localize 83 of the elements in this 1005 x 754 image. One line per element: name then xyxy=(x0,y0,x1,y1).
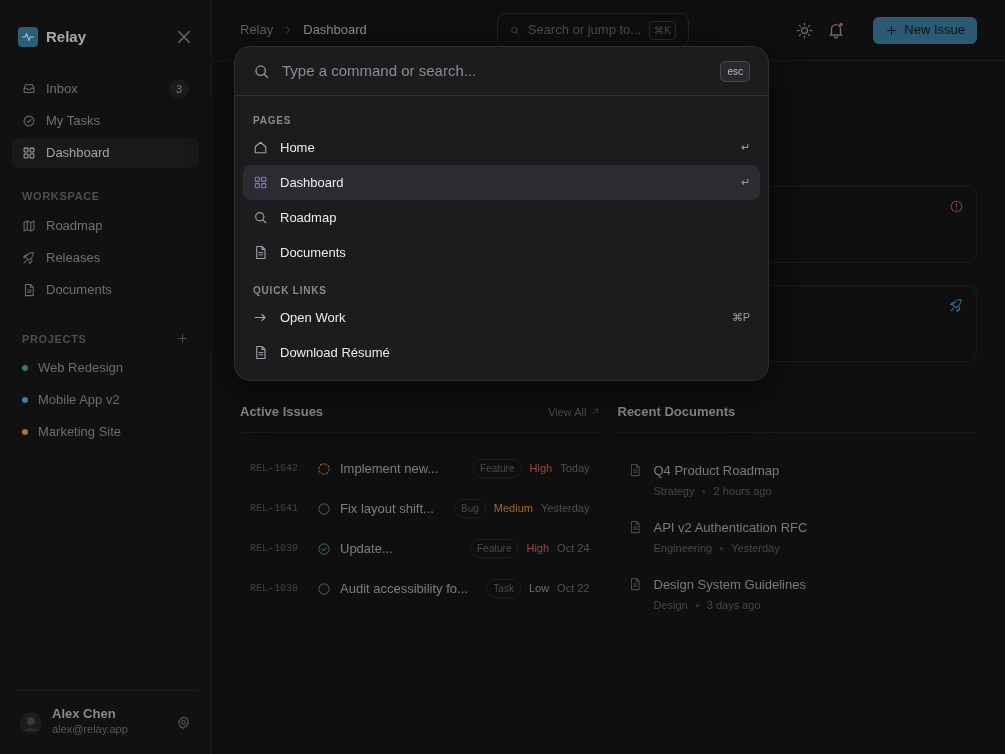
command-input[interactable]: Type a command or search... xyxy=(280,58,711,84)
document-category: Strategy xyxy=(653,484,695,499)
breadcrumb-link[interactable]: Relay xyxy=(240,20,274,40)
project-item[interactable]: Mobile App v2 xyxy=(12,385,199,415)
issue-date: Today xyxy=(560,461,590,477)
issue-priority: Low xyxy=(528,581,550,597)
issue-tag: Task xyxy=(486,579,521,598)
separator-dot xyxy=(702,489,706,493)
sidebar-item[interactable]: Documents xyxy=(12,274,199,305)
document-title[interactable]: Q4 Product Roadmap xyxy=(653,460,780,480)
document-icon xyxy=(253,345,268,360)
shortcut-hint: ⌘P xyxy=(731,310,750,326)
sidebar-item[interactable]: Releases xyxy=(12,242,199,273)
rocket-icon xyxy=(949,298,964,313)
section-heading: WORKSPACE xyxy=(22,189,100,204)
project-item[interactable]: Marketing Site xyxy=(12,417,199,447)
command-item[interactable]: Home ↵ xyxy=(243,130,760,165)
group-label: PAGES xyxy=(253,113,292,128)
sidebar-item[interactable]: Roadmap xyxy=(12,210,199,241)
avatar xyxy=(20,711,42,734)
home-icon xyxy=(253,140,268,155)
command-item[interactable]: Download Résumé xyxy=(243,335,760,370)
search-icon xyxy=(253,210,268,225)
logo-icon xyxy=(18,27,38,47)
sidebar-item[interactable]: Inbox 3 xyxy=(12,74,199,104)
sidebar-item[interactable]: My Tasks xyxy=(12,106,199,136)
issue-priority: High xyxy=(529,461,553,477)
search-icon xyxy=(253,62,270,80)
issue-date: Oct 22 xyxy=(557,581,590,597)
issue-title[interactable]: Audit accessibility fo... xyxy=(340,578,468,599)
document-time: Yesterday xyxy=(731,541,780,556)
grid-icon xyxy=(22,146,36,160)
plus-icon[interactable] xyxy=(176,332,189,346)
separator-dot xyxy=(695,603,699,607)
issue-title[interactable]: Update... xyxy=(340,538,393,559)
section-heading: PROJECTS xyxy=(22,331,87,347)
issue-tag: Bug xyxy=(454,499,486,518)
document-title[interactable]: API v2 Authentication RFC xyxy=(653,517,808,537)
section-title: Recent Documents xyxy=(617,403,736,421)
issue-tag: Feature xyxy=(473,459,522,478)
group-label: QUICK LINKS xyxy=(253,283,327,298)
document-icon xyxy=(253,245,268,260)
rocket-icon xyxy=(22,250,36,265)
issue-date: Yesterday xyxy=(540,501,590,517)
new-issue-button[interactable]: New Issue xyxy=(873,16,977,44)
issue-title[interactable]: Fix layout shift... xyxy=(340,498,434,519)
inbox-icon xyxy=(22,82,36,96)
command-item[interactable]: Open Work ⌘P xyxy=(243,300,760,335)
plus-icon xyxy=(885,23,899,37)
issue-date: Oct 24 xyxy=(557,541,590,557)
command-item[interactable]: Roadmap xyxy=(243,200,760,235)
breadcrumb-link[interactable]: Dashboard xyxy=(303,20,367,40)
bell-icon[interactable] xyxy=(827,21,846,39)
issue-priority: Medium xyxy=(493,501,533,517)
document-category: Design xyxy=(653,598,688,613)
section-title: Active Issues xyxy=(240,403,324,421)
settings-icon[interactable] xyxy=(176,715,191,730)
shortcut-key: ⌘K xyxy=(649,20,676,40)
shortcut-hint: ↵ xyxy=(741,140,750,156)
issue-title[interactable]: Implement new... xyxy=(340,458,439,479)
issue-priority: High xyxy=(526,541,550,557)
document-title[interactable]: Design System Guidelines xyxy=(653,574,806,594)
command-item[interactable]: Dashboard ↵ xyxy=(243,165,760,200)
command-item[interactable]: Documents xyxy=(243,235,760,270)
user-name: Alex Chen xyxy=(52,707,117,722)
brand-name: Relay xyxy=(46,26,87,47)
map-icon xyxy=(22,218,36,233)
shortcut-hint: ↵ xyxy=(741,175,750,191)
separator-dot xyxy=(720,546,724,550)
count-badge: 3 xyxy=(169,79,189,99)
grid-icon xyxy=(253,175,268,190)
esc-key: esc xyxy=(720,60,750,82)
issue-tag: Feature xyxy=(470,539,519,558)
sun-icon[interactable] xyxy=(796,21,814,39)
project-item[interactable]: Web Redesign xyxy=(12,353,199,383)
close-icon[interactable] xyxy=(175,28,193,46)
document-icon xyxy=(22,282,36,297)
user-email: alex@relay.app xyxy=(52,722,128,738)
document-category: Engineering xyxy=(653,541,713,556)
sidebar-item[interactable]: Dashboard xyxy=(12,138,199,168)
alert-icon xyxy=(949,199,964,214)
check-circle-icon xyxy=(22,114,36,128)
external-arrow-icon xyxy=(590,407,600,417)
